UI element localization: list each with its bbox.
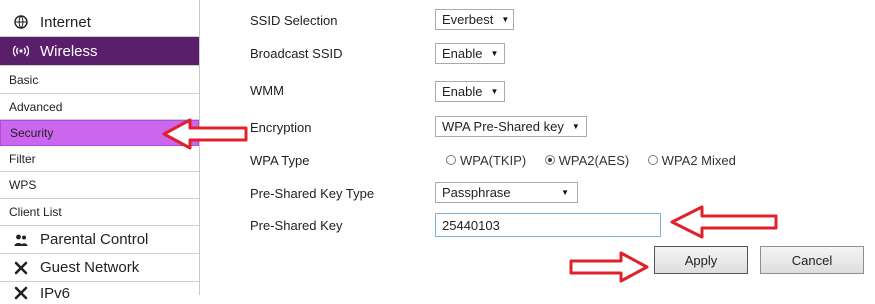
wmm-label: WMM bbox=[250, 83, 284, 98]
ssid-selection-value: Everbest bbox=[442, 12, 494, 27]
sidebar-item-parental-control[interactable]: Parental Control bbox=[0, 226, 199, 254]
sidebar-item-label: Security bbox=[10, 126, 54, 140]
ssid-selection-select[interactable]: Everbest ▼ bbox=[435, 9, 514, 30]
chevron-down-icon: ▼ bbox=[561, 188, 569, 197]
chevron-down-icon: ▼ bbox=[490, 49, 499, 58]
chevron-down-icon: ▼ bbox=[490, 87, 499, 96]
sidebar-item-internet[interactable]: Internet bbox=[0, 8, 199, 37]
sidebar-item-client-list[interactable]: Client List bbox=[0, 199, 199, 226]
radio-wpa2-mixed[interactable]: WPA2 Mixed bbox=[647, 152, 736, 168]
tools-icon bbox=[10, 261, 32, 275]
broadcast-ssid-value: Enable bbox=[442, 46, 483, 61]
sidebar-item-label: IPv6 bbox=[40, 284, 71, 302]
radio-label: WPA2(AES) bbox=[558, 152, 630, 168]
sidebar-item-label: Basic bbox=[9, 72, 39, 87]
chevron-down-icon: ▼ bbox=[501, 15, 510, 24]
radio-wpa-tkip[interactable]: WPA(TKIP) bbox=[446, 153, 526, 168]
sidebar-item-label: Filter bbox=[9, 151, 36, 166]
psk-type-select[interactable]: Passphrase ▼ bbox=[435, 182, 578, 203]
wmm-select[interactable]: Enable ▼ bbox=[435, 81, 505, 102]
psk-value: 25440103 bbox=[442, 217, 500, 233]
cancel-button[interactable]: Cancel bbox=[760, 246, 864, 274]
broadcast-ssid-select[interactable]: Enable ▼ bbox=[435, 43, 505, 64]
radio-indicator bbox=[647, 155, 658, 165]
sidebar-item-ipv6[interactable]: IPv6 bbox=[0, 282, 199, 304]
radio-indicator bbox=[544, 155, 555, 165]
users-icon bbox=[10, 234, 32, 246]
psk-type-label: Pre-Shared Key Type bbox=[250, 186, 375, 201]
sidebar-item-label: Wireless bbox=[40, 42, 98, 60]
wpa-type-label: WPA Type bbox=[250, 153, 310, 168]
sidebar-item-basic[interactable]: Basic bbox=[0, 66, 199, 94]
wifi-icon bbox=[10, 45, 32, 57]
annotation-arrow-left-icon bbox=[162, 118, 248, 150]
ssid-selection-label: SSID Selection bbox=[250, 13, 338, 28]
psk-input[interactable]: 25440103 bbox=[435, 213, 661, 237]
globe-icon bbox=[10, 15, 32, 29]
sidebar-item-label: Client List bbox=[9, 205, 62, 219]
sidebar-top-strip bbox=[0, 0, 199, 6]
annotation-arrow-right-icon bbox=[569, 251, 649, 283]
sidebar-item-label: Parental Control bbox=[40, 231, 149, 248]
radio-wpa2-aes[interactable]: WPA2(AES) bbox=[544, 152, 630, 168]
apply-button[interactable]: Apply bbox=[654, 246, 748, 274]
sidebar-item-label: Advanced bbox=[9, 99, 63, 114]
sidebar-item-wps[interactable]: WPS bbox=[0, 172, 199, 199]
sidebar-item-guest-network[interactable]: Guest Network bbox=[0, 254, 199, 282]
wpa-type-radio-group: WPA(TKIP) WPA2(AES) WPA2 Mixed bbox=[446, 152, 750, 170]
sidebar-item-label: WPS bbox=[9, 178, 37, 192]
broadcast-ssid-label: Broadcast SSID bbox=[250, 46, 343, 61]
wmm-value: Enable bbox=[442, 84, 483, 99]
radio-label: WPA2 Mixed bbox=[661, 152, 736, 168]
sidebar-item-label: Guest Network bbox=[40, 259, 140, 276]
chevron-down-icon: ▼ bbox=[571, 122, 580, 131]
encryption-label: Encryption bbox=[250, 120, 312, 135]
annotation-arrow-left-icon bbox=[670, 205, 778, 239]
psk-label: Pre-Shared Key bbox=[250, 218, 343, 233]
encryption-value: WPA Pre-Shared key bbox=[442, 119, 564, 134]
tools-icon bbox=[10, 286, 32, 300]
sidebar-item-wireless[interactable]: Wireless bbox=[0, 37, 199, 66]
encryption-select[interactable]: WPA Pre-Shared key ▼ bbox=[435, 116, 587, 137]
psk-type-value: Passphrase bbox=[442, 185, 511, 200]
sidebar-item-label: Internet bbox=[40, 13, 91, 31]
radio-indicator bbox=[446, 155, 456, 165]
radio-label: WPA(TKIP) bbox=[460, 152, 527, 168]
